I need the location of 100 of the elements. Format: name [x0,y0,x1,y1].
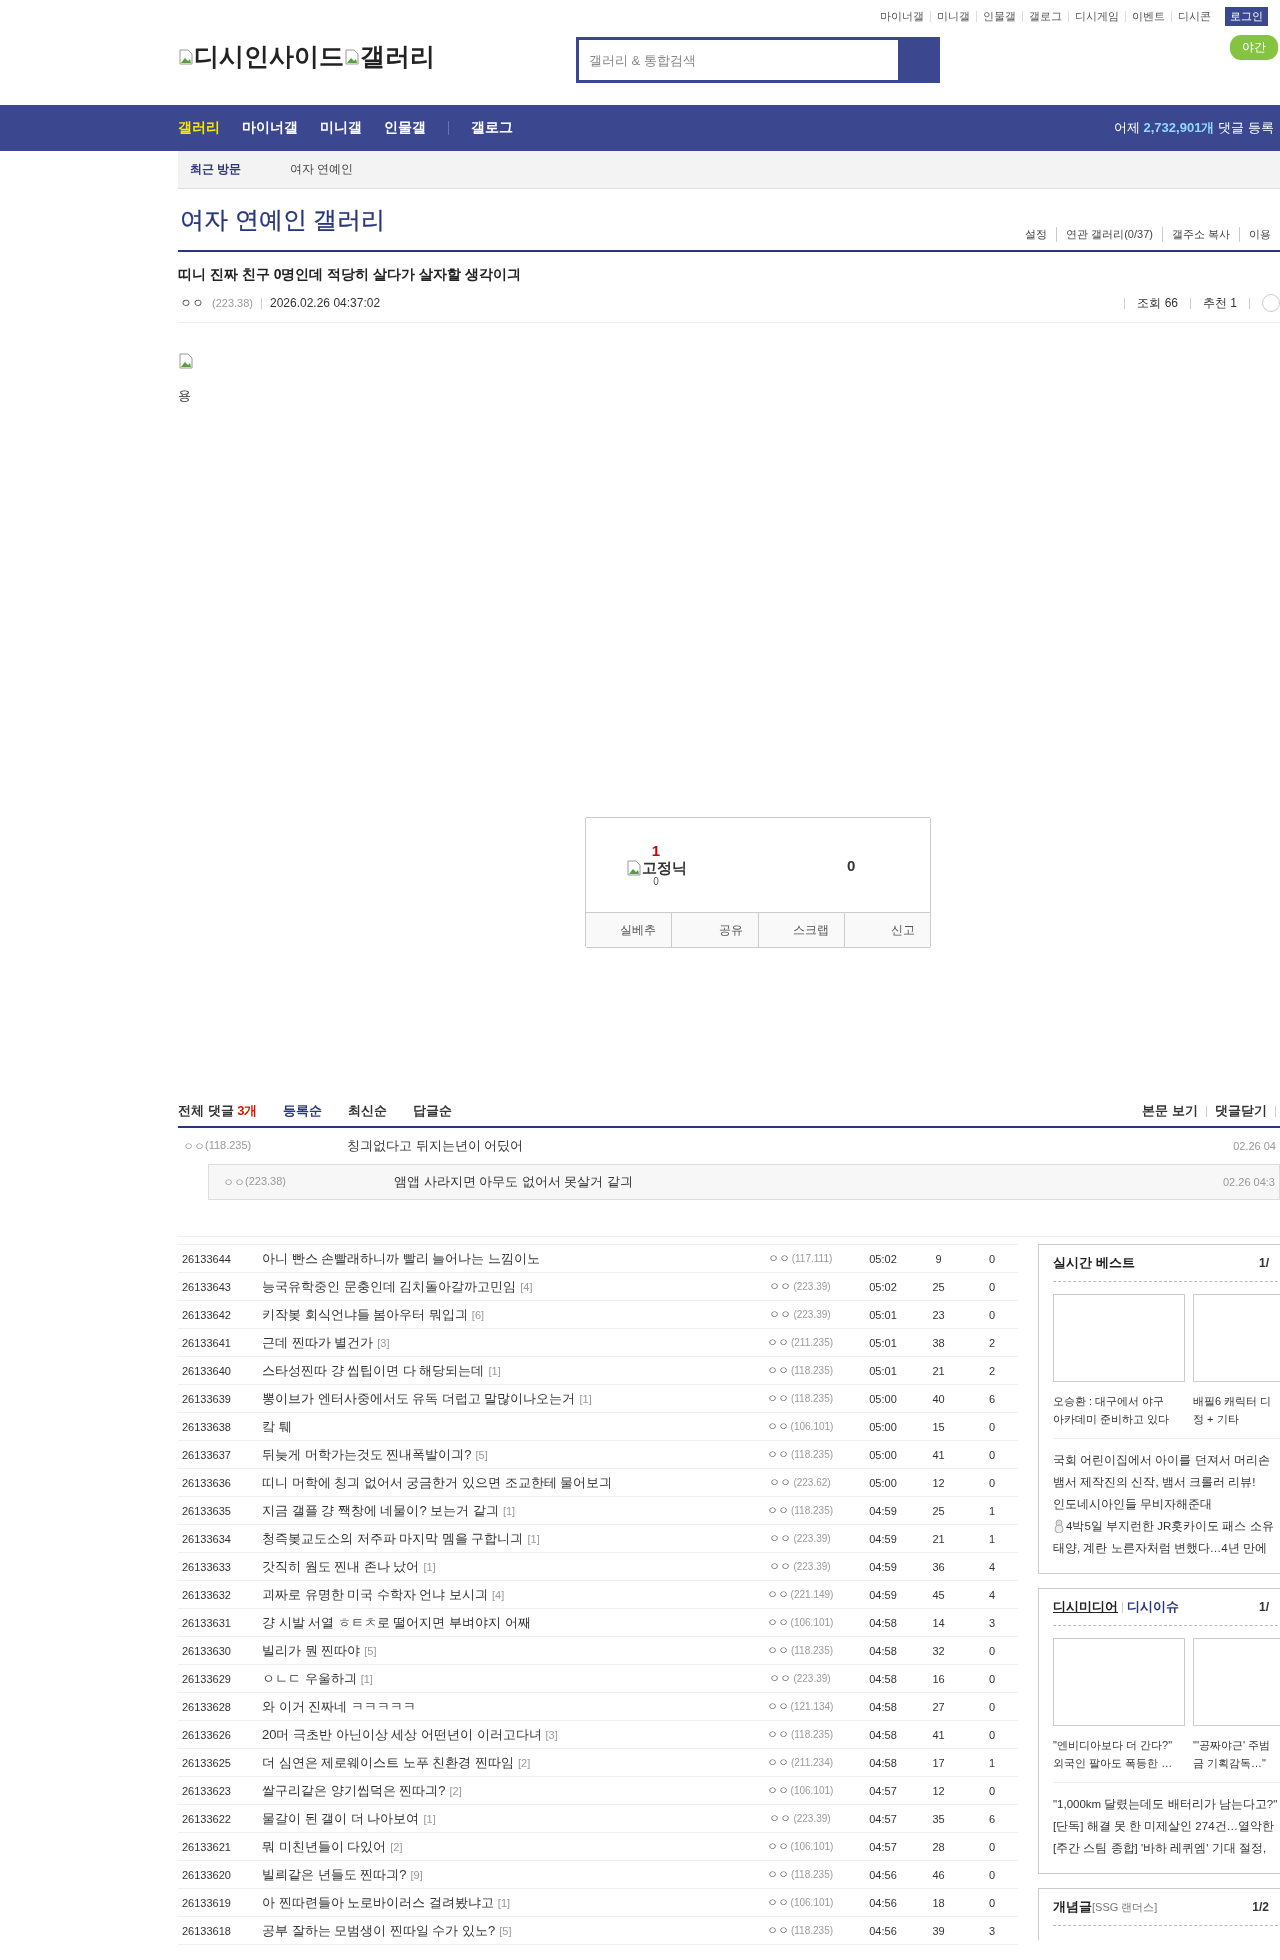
writer-nick[interactable]: ㅇㅇ [766,1588,789,1600]
post-link[interactable]: 빌리가 뭔 찐따야 [262,1642,361,1658]
writer-nick[interactable]: ㅇㅇ [766,1728,789,1740]
news-link[interactable]: "1,000km 달렸는데도 배터리가 남는다고?" [1053,1793,1278,1815]
gallery-title[interactable]: 여자 연예인 갤러리 [180,204,386,236]
post-link[interactable]: 쌀구리같은 양기씹덕은 찐따긔? [262,1782,446,1798]
writer-nick[interactable]: ㅇㅇ [766,1504,789,1516]
writer-nick[interactable]: ㅇㅇ [766,1616,789,1628]
thumbnail[interactable] [1053,1638,1185,1726]
top-link[interactable]: 미니갤 [930,11,976,22]
thumbnail-caption[interactable]: 금 기획감독…" [1193,1754,1280,1772]
top-link[interactable]: 디시게임 [1068,11,1125,22]
post-link[interactable]: 갓직히 웜도 찐내 존나 났어 [262,1558,420,1574]
post-link[interactable]: 물갈이 된 갤이 더 나아보여 [262,1810,420,1826]
post-link[interactable]: 근데 찐따가 별건가 [262,1334,374,1350]
nav-tab[interactable]: 인물갤 [384,119,426,137]
post-link[interactable]: 괴짜로 유명한 미국 수학자 언냐 보시긔 [262,1586,489,1602]
writer-nick[interactable]: ㅇㅇ [766,1336,789,1348]
post-link[interactable]: 20머 극초반 아닌이상 세상 어떤년이 이러고다녀 [262,1726,542,1742]
writer-nick[interactable]: ㅇㅇ [766,1364,789,1376]
writer-nick[interactable]: ㅇㅇ [769,1812,792,1824]
nav-tab[interactable]: 갤러리 [178,119,220,137]
writer-nick[interactable]: ㅇㅇ [766,1392,789,1404]
post-link[interactable]: 능국유학중인 문충인데 김치돌아갈까고민임 [262,1278,517,1294]
writer-nick[interactable]: ㅇㅇ [767,1252,790,1264]
top-link[interactable]: 마이너갤 [874,11,930,22]
post-link[interactable]: 스타성찐따 걍 씹팁이면 다 해당되는데 [262,1362,485,1378]
nav-tab[interactable]: 갤로그 [471,119,513,137]
sort-tab[interactable]: 답글순 [413,1102,453,1120]
post-link[interactable]: 띠니 머학에 칭긔 없어서 궁금한거 있으면 조교한테 물어보긔 [262,1474,613,1490]
post-action-button[interactable]: 공유 [671,913,758,947]
gallery-link[interactable]: 갤주소 복사 [1161,227,1239,242]
writer-nick[interactable]: ㅇㅇ [766,1896,789,1908]
nav-tab[interactable]: 미니갤 [320,119,362,137]
writer-nick[interactable]: ㅇㅇ [769,1308,792,1320]
writer-nick[interactable]: ㅇㅇ [769,1476,792,1488]
post-link[interactable]: 뭐 미친년들이 다있어 [262,1838,387,1854]
post-action-button[interactable]: 신고 [843,913,930,947]
author-nick[interactable]: ㅇㅇ [180,294,204,312]
post-link[interactable]: 걍 시발 서열 ㅎㅌㅊ로 떨어지면 부벼야지 어째 [262,1614,531,1630]
post-link[interactable]: 지금 갤플 걍 짹창에 네물이? 보는거 같긔 [262,1502,499,1518]
best-post-link[interactable]: 4박5일 부지런한 JR홋카이도 패스 소유 [1066,1515,1274,1537]
login-button[interactable]: 로그인 [1225,7,1268,26]
thumbnail-caption[interactable]: 아카데미 준비하고 있다 [1053,1410,1185,1428]
site-logo[interactable]: 디시인사이드 [194,40,344,73]
sort-tab[interactable]: 최신순 [348,1102,388,1120]
writer-nick[interactable]: ㅇㅇ [766,1840,789,1852]
sort-tab[interactable]: 등록순 [283,1102,323,1120]
writer-nick[interactable]: ㅇㅇ [766,1700,789,1712]
gallery-link[interactable]: 설정 [1016,227,1057,242]
search-button[interactable] [898,37,940,83]
post-link[interactable]: 뒤늦게 머학가는것도 찐내폭발이긔? [262,1446,472,1462]
thumbnail[interactable] [1193,1638,1280,1726]
post-link[interactable]: 캌 퉤 [262,1418,292,1434]
writer-nick[interactable]: ㅇㅇ [766,1784,789,1796]
comment-nick[interactable]: ㅇㅇ [183,1138,205,1154]
gallery-link[interactable]: 연관 갤러리(0/37) [1056,227,1162,242]
writer-nick[interactable]: ㅇㅇ [769,1280,792,1292]
post-action-button[interactable]: 실베추 [586,913,672,947]
post-link[interactable]: 뽕이브가 엔터사중에서도 유독 더럽고 말많이나오는거 [262,1390,576,1406]
best-post-link[interactable]: 국회 어린이집에서 아이를 던져서 머리손 [1053,1449,1270,1471]
post-link[interactable]: 키작봊 회식언냐들 봄아우터 뭐입긔 [262,1306,468,1322]
top-link[interactable]: 인물갤 [976,11,1022,22]
comment-action-link[interactable]: 댓글닫기 [1215,1102,1267,1120]
comment-nick[interactable]: ㅇㅇ [223,1174,245,1190]
writer-nick[interactable]: ㅇㅇ [766,1756,789,1768]
best-post-link[interactable]: 태양, 계란 노른자처럼 변했다…4년 만에 [1053,1537,1267,1559]
writer-nick[interactable]: ㅇㅇ [769,1560,792,1572]
news-link[interactable]: [단독] 해결 못 한 미제살인 274건…열악한 [1053,1815,1275,1837]
search-field[interactable]: 갤러리 & 통합검색 [576,37,898,83]
thumbnail-caption[interactable]: 배필6 캐릭터 디 [1193,1392,1280,1410]
writer-nick[interactable]: ㅇㅇ [769,1532,792,1544]
panel-tab[interactable]: 디시이슈 [1127,1598,1179,1616]
gallery-logo[interactable]: 갤러리 [360,40,435,73]
writer-nick[interactable]: ㅇㅇ [766,1644,789,1656]
comment-action-link[interactable]: 본문 보기 [1142,1102,1198,1120]
post-link[interactable]: 와 이거 진짜네 ㅋㅋㅋㅋㅋ [262,1698,416,1714]
thumbnail[interactable] [1193,1294,1280,1382]
top-link[interactable]: 이벤트 [1125,11,1171,22]
post-link[interactable]: ㅇㄴㄷ 우울하긔 [262,1670,357,1686]
recent-gallery-link[interactable]: 여자 연예인 [290,161,354,178]
writer-nick[interactable]: ㅇㅇ [766,1420,789,1432]
post-link[interactable]: 빌릐같은 년들도 찐따긔? [262,1866,407,1882]
gallery-link[interactable]: 이용 [1239,227,1280,242]
thumbnail-caption[interactable]: 외국인 팔아도 폭등한 … [1053,1754,1185,1772]
thumbnail-caption[interactable]: "엔비디아보다 더 간다?" [1053,1736,1185,1754]
post-link[interactable]: 아 찐따련들아 노로바이러스 걸려봤냐고 [262,1894,494,1910]
post-link[interactable]: 아니 빤스 손빨래하니까 빨리 늘어나는 느낌이노 [262,1250,541,1266]
best-post-link[interactable]: 뱀서 제작진의 신작, 뱀서 크롤러 리뷰! [1053,1471,1256,1493]
nav-tab[interactable]: 마이너갤 [242,119,298,137]
news-link[interactable]: [주간 스팀 종합] '바하 레퀴엠' 기대 절정, [1053,1837,1267,1859]
post-link[interactable]: 더 심연은 제로웨이스트 노푸 친환경 찐따임 [262,1754,515,1770]
writer-nick[interactable]: ㅇㅇ [766,1448,789,1460]
thumbnail-caption[interactable]: "'공짜야근' 주범 [1193,1736,1280,1754]
writer-nick[interactable]: ㅇㅇ [769,1672,792,1684]
post-link[interactable]: 청즉봊교도소의 저주파 마지막 멤을 구합니긔 [262,1530,524,1546]
thumbnail-caption[interactable]: 정 + 기타 [1193,1410,1280,1428]
top-link[interactable]: 디시콘 [1171,11,1217,22]
best-post-link[interactable]: 인도네시아인들 무비자해준대 [1053,1493,1213,1515]
panel-tab[interactable]: 디시미디어 [1053,1598,1118,1616]
